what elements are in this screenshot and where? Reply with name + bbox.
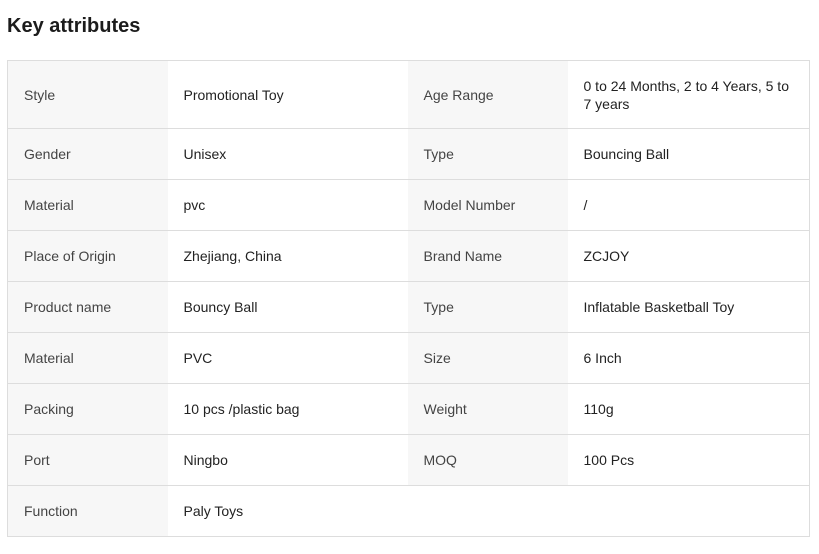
table-row: Material pvc Model Number /: [7, 179, 810, 231]
attribute-key: Brand Name: [407, 230, 568, 282]
attribute-value: Bouncing Ball: [567, 128, 810, 180]
attribute-value: Paly Toys: [167, 485, 408, 537]
key-attributes-table: Style Promotional Toy Age Range 0 to 24 …: [7, 60, 810, 537]
attribute-value: /: [567, 179, 810, 231]
table-row: Style Promotional Toy Age Range 0 to 24 …: [7, 60, 810, 129]
attribute-key: Model Number: [407, 179, 568, 231]
attribute-value: 110g: [567, 383, 810, 435]
attribute-key: Weight: [407, 383, 568, 435]
section-title: Key attributes: [7, 15, 141, 37]
attribute-key: Function: [7, 485, 168, 537]
attribute-key: Size: [407, 332, 568, 384]
attribute-value: ZCJOY: [567, 230, 810, 282]
table-row: Product name Bouncy Ball Type Inflatable…: [7, 281, 810, 333]
attribute-key: Material: [7, 179, 168, 231]
attribute-value: PVC: [167, 332, 408, 384]
attribute-key: Material: [7, 332, 168, 384]
table-row: Material PVC Size 6 Inch: [7, 332, 810, 384]
empty-cell: [567, 485, 810, 537]
attribute-value: Unisex: [167, 128, 408, 180]
table-row: Packing 10 pcs /plastic bag Weight 110g: [7, 383, 810, 435]
table-row: Place of Origin Zhejiang, China Brand Na…: [7, 230, 810, 282]
attribute-value: pvc: [167, 179, 408, 231]
attribute-key: Gender: [7, 128, 168, 180]
attribute-value: 100 Pcs: [567, 434, 810, 486]
attribute-key: MOQ: [407, 434, 568, 486]
table-row: Function Paly Toys: [7, 485, 810, 537]
attribute-key: Type: [407, 128, 568, 180]
attribute-value: Zhejiang, China: [167, 230, 408, 282]
attribute-key: Port: [7, 434, 168, 486]
attribute-value: 6 Inch: [567, 332, 810, 384]
attribute-key: Packing: [7, 383, 168, 435]
attribute-key: Type: [407, 281, 568, 333]
empty-cell: [407, 485, 568, 537]
attribute-value: Promotional Toy: [167, 60, 408, 129]
attribute-key: Style: [7, 60, 168, 129]
attribute-value: Ningbo: [167, 434, 408, 486]
attribute-key: Place of Origin: [7, 230, 168, 282]
attribute-value: 0 to 24 Months, 2 to 4 Years, 5 to 7 yea…: [567, 60, 810, 129]
attribute-value: Bouncy Ball: [167, 281, 408, 333]
attribute-key: Age Range: [407, 60, 568, 129]
attribute-value: 10 pcs /plastic bag: [167, 383, 408, 435]
table-row: Port Ningbo MOQ 100 Pcs: [7, 434, 810, 486]
attribute-value: Inflatable Basketball Toy: [567, 281, 810, 333]
table-row: Gender Unisex Type Bouncing Ball: [7, 128, 810, 180]
attribute-key: Product name: [7, 281, 168, 333]
